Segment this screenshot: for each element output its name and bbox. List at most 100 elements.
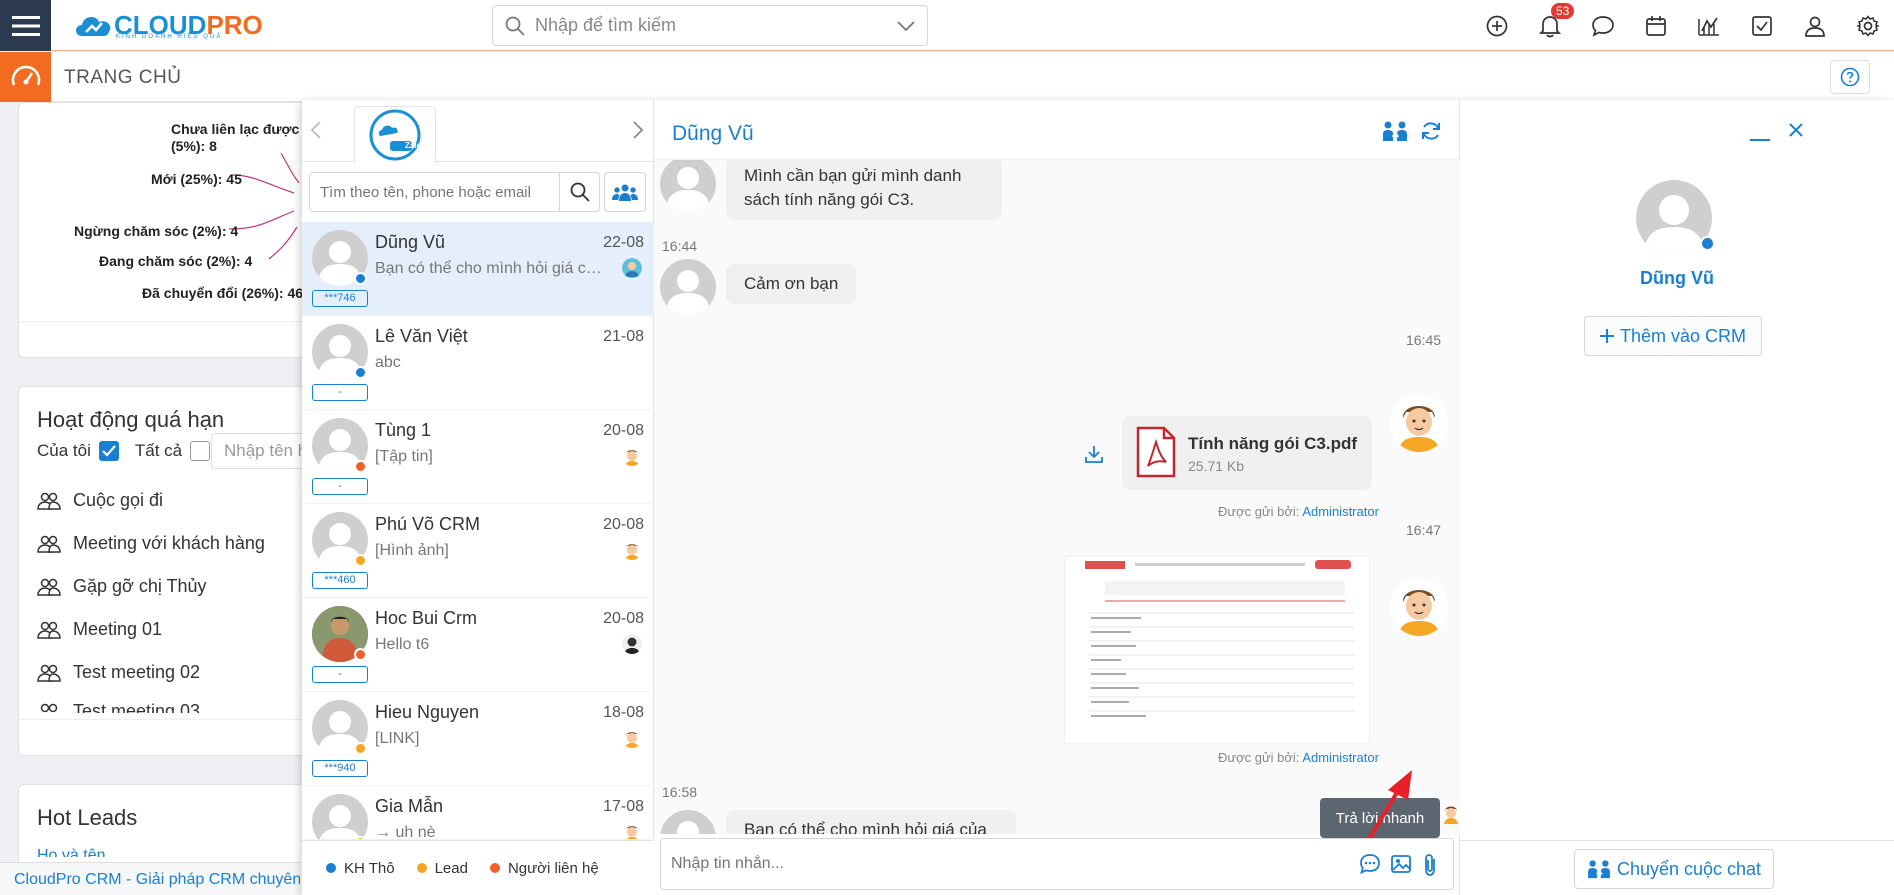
- conversation-date: 18-08: [603, 704, 644, 721]
- tab-zalo[interactable]: Zalo: [354, 106, 436, 163]
- conversation-search-input[interactable]: [310, 173, 559, 211]
- phone-tag: -: [312, 666, 368, 683]
- quick-reply-icon[interactable]: [1359, 853, 1381, 875]
- menu-icon[interactable]: [0, 0, 51, 51]
- refresh-icon[interactable]: [1420, 120, 1442, 142]
- sender-link[interactable]: Administrator: [1302, 504, 1379, 519]
- zalo-cloudpro-logo-icon: [369, 109, 421, 161]
- status-dot: [354, 648, 367, 661]
- group-users-icon: [37, 621, 61, 639]
- conversation-item-hoc-bui-crm[interactable]: Hoc Bui Crm 20-08 Hello t6 -: [302, 598, 654, 692]
- calendar-icon[interactable]: [1629, 0, 1682, 51]
- file-attachment[interactable]: Tính năng gói C3.pdf 25.71 Kb: [1122, 416, 1372, 490]
- contact-type-legend: KH Thô Lead Người liên hệ: [302, 840, 654, 895]
- zalo-chat-panel: Zalo Dũng Vũ 22-08 Bạn có thể cho mình h…: [302, 100, 1894, 895]
- group-chat-button[interactable]: [604, 172, 646, 212]
- attachment-paperclip-icon[interactable]: [1421, 853, 1439, 877]
- settings-gear-icon[interactable]: [1841, 0, 1894, 51]
- add-icon[interactable]: [1470, 0, 1523, 51]
- transfer-users-icon: [1588, 860, 1610, 879]
- conversation-date: 20-08: [603, 516, 644, 533]
- group-users-icon: [37, 492, 61, 510]
- mine-checkbox[interactable]: [98, 441, 119, 461]
- all-filter-label: Tất cả: [134, 441, 183, 460]
- page-title: TRANG CHỦ: [64, 67, 182, 88]
- conversation-item-hieu-nguyen[interactable]: Hieu Nguyen 18-08 [LINK] ***940: [302, 692, 654, 786]
- legend-kh-tho: KH Thô: [326, 860, 395, 877]
- close-icon[interactable]: [1788, 122, 1804, 138]
- conversation-preview: [Hình ảnh]: [375, 542, 449, 559]
- activity-item[interactable]: Cuộc gọi đi: [37, 490, 163, 511]
- image-upload-icon[interactable]: [1390, 853, 1412, 875]
- assigned-user-avatar: [622, 822, 642, 839]
- pie-label-uncontacted-value: (5%): 8: [171, 138, 217, 154]
- dashboard-gauge-icon[interactable]: [0, 52, 51, 102]
- app-logo[interactable]: CLOUDPRO KINH DOANH HIỆU QUẢ: [72, 8, 263, 42]
- group-users-icon: [37, 664, 61, 682]
- contact-status-dot: [1700, 236, 1715, 251]
- conversation-preview: → uh nè: [375, 824, 436, 840]
- chevron-down-icon[interactable]: [897, 20, 915, 32]
- notification-bell-icon[interactable]: 53: [1523, 0, 1576, 51]
- incoming-message: Cảm ơn bạn: [726, 264, 857, 304]
- chevron-left-icon[interactable]: [310, 120, 322, 140]
- phone-tag: ***460: [312, 572, 368, 589]
- status-dot: [354, 742, 367, 755]
- add-to-crm-button[interactable]: Thêm vào CRM: [1584, 316, 1762, 356]
- zalo-tab-label: Zalo: [405, 141, 422, 150]
- search-icon: [505, 16, 525, 36]
- help-button[interactable]: [1830, 60, 1870, 94]
- customer-avatar: [660, 160, 716, 212]
- phone-tag: ***746: [312, 290, 368, 307]
- cloud-logo-icon: [76, 16, 111, 36]
- activity-item[interactable]: Gặp gỡ chị Thủy: [37, 576, 207, 597]
- conversation-search-button[interactable]: [559, 173, 599, 211]
- transfer-chat-button[interactable]: Chuyển cuộc chat: [1574, 849, 1774, 889]
- hot-leads-name-column[interactable]: Họ và tên: [37, 847, 105, 857]
- transfer-users-icon[interactable]: [1382, 120, 1408, 142]
- minimize-icon[interactable]: [1750, 128, 1770, 142]
- conversation-item-phu-vo-crm[interactable]: Phú Võ CRM 20-08 [Hình ảnh] ***460: [302, 504, 654, 598]
- conversation-name: Hieu Nguyen: [375, 702, 480, 722]
- conversation-item-le-van-viet[interactable]: Lê Văn Việt 21-08 abc -: [302, 316, 654, 410]
- conversation-date: 20-08: [603, 610, 644, 627]
- message-composer: [660, 838, 1454, 890]
- task-checkbox-icon[interactable]: [1735, 0, 1788, 51]
- activity-item[interactable]: Test meeting 02: [37, 662, 200, 683]
- download-icon[interactable]: [1084, 444, 1104, 464]
- conversation-name: Hoc Bui Crm: [375, 608, 478, 628]
- conversation-item-gia-man[interactable]: Gia Mẫn 17-08 → uh nè: [302, 786, 654, 840]
- hot-leads-title: Hot Leads: [37, 805, 138, 830]
- global-search-input[interactable]: [535, 15, 897, 36]
- admin-mini-avatar: [1442, 804, 1460, 824]
- page-footer: CloudPro CRM - Giải pháp CRM chuyên: [0, 862, 300, 895]
- group-users-icon: [37, 535, 61, 553]
- conversation-date: 22-08: [603, 234, 644, 251]
- chat-bubble-icon[interactable]: [1576, 0, 1629, 51]
- report-chart-icon[interactable]: [1682, 0, 1735, 51]
- sender-link[interactable]: Administrator: [1302, 750, 1379, 765]
- logo-tagline: KINH DOANH HIỆU QUẢ: [116, 34, 223, 40]
- assigned-user-avatar: [622, 540, 642, 560]
- mine-filter-label: Của tôi: [37, 441, 91, 460]
- chevron-right-icon[interactable]: [632, 120, 644, 140]
- conversation-preview: [LINK]: [375, 730, 420, 747]
- overdue-title: Hoạt động quá hạn: [37, 407, 225, 432]
- conversation-item-tung-1[interactable]: Tùng 1 20-08 [Tập tin] -: [302, 410, 654, 504]
- activity-item[interactable]: Meeting 01: [37, 619, 162, 640]
- file-size: 25.71 Kb: [1188, 458, 1245, 474]
- all-checkbox[interactable]: [190, 441, 211, 461]
- message-input[interactable]: [671, 839, 1321, 889]
- message-time: 16:47: [1406, 522, 1442, 538]
- conversation-preview: abc: [375, 354, 401, 371]
- activity-item[interactable]: Test meeting 03: [37, 701, 200, 713]
- user-profile-icon[interactable]: [1788, 0, 1841, 51]
- image-attachment[interactable]: [1064, 556, 1370, 744]
- sent-by-label: Được gửi bởi: Administrator: [1218, 504, 1379, 519]
- assigned-user-avatar: [622, 634, 642, 654]
- conversation-name: Tùng 1: [375, 420, 432, 440]
- activity-item[interactable]: Meeting với khách hàng: [37, 533, 265, 554]
- search-icon: [570, 182, 590, 202]
- conversation-search: [309, 172, 600, 212]
- conversation-item-dung-vu[interactable]: Dũng Vũ 22-08 Bạn có thể cho mình hỏi gi…: [302, 222, 654, 316]
